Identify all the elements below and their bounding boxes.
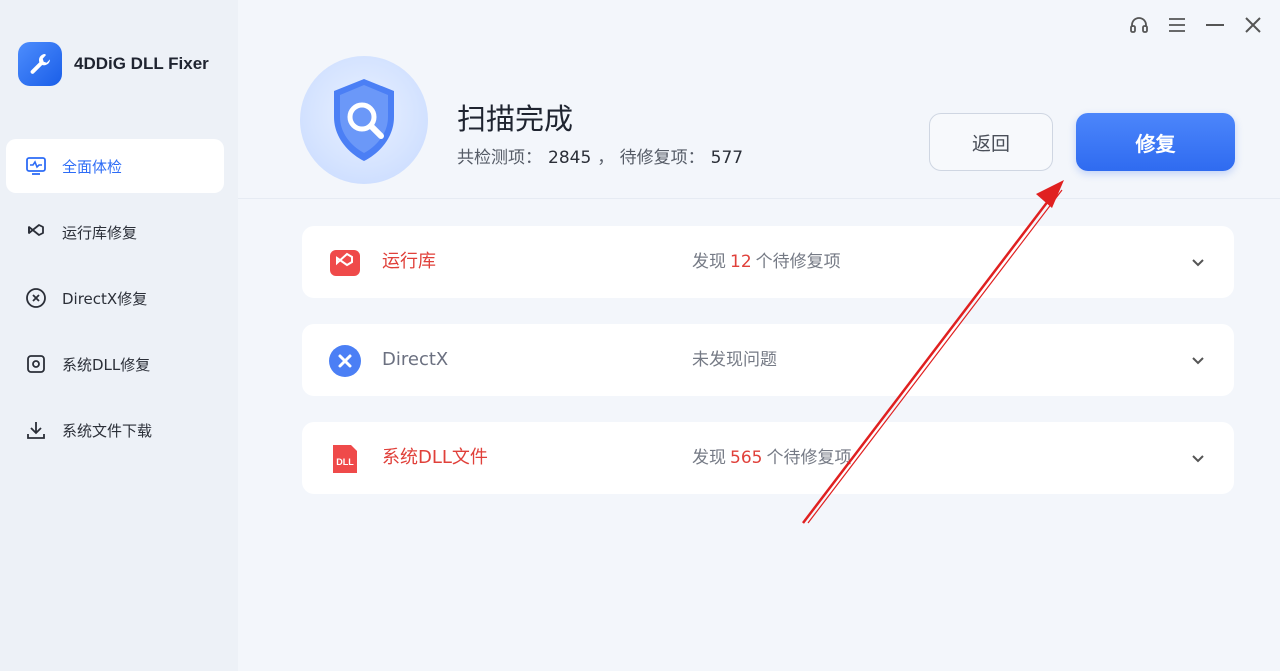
sidebar-item-label: 系统文件下载: [62, 421, 153, 440]
header-divider: [238, 198, 1280, 199]
result-status: 发现 12 个待修复项: [692, 226, 841, 298]
issue-count: 12: [730, 252, 752, 272]
svg-text:DLL: DLL: [336, 457, 354, 467]
dll-file-icon: DLL: [328, 442, 362, 476]
pending-label: 待修复项：: [619, 148, 705, 168]
fix-button[interactable]: 修复: [1076, 113, 1235, 171]
result-title: 系统DLL文件: [382, 447, 488, 468]
summary-separator: ，: [597, 148, 615, 168]
sidebar-item-runtime-repair[interactable]: 运行库修复: [6, 205, 224, 259]
sidebar-item-directx-repair[interactable]: DirectX修复: [6, 271, 224, 325]
scan-title: 扫描完成: [457, 102, 574, 136]
wrench-logo-icon: [18, 42, 62, 86]
app-name: 4DDiG DLL Fixer: [74, 54, 209, 73]
visual-studio-icon: [24, 220, 48, 244]
sidebar-nav: 全面体检 运行库修复 DirectX修复 系统DLL修复 系统文件下载: [6, 139, 224, 469]
download-icon: [24, 418, 48, 442]
sidebar-item-full-checkup[interactable]: 全面体检: [6, 139, 224, 193]
sidebar-item-system-file-download[interactable]: 系统文件下载: [6, 403, 224, 457]
pending-count: 577: [710, 148, 744, 168]
checked-count: 2845: [548, 148, 592, 168]
sidebar-item-label: 全面体检: [62, 157, 123, 176]
shield-scan-icon: [300, 56, 428, 184]
status-prefix: 发现: [692, 252, 726, 272]
brand: 4DDiG DLL Fixer: [18, 42, 209, 86]
sidebar-item-label: 系统DLL修复: [62, 355, 151, 374]
scan-summary: 共检测项： 2845， 待修复项： 577: [457, 143, 749, 168]
result-title: DirectX: [382, 349, 449, 370]
sidebar: 4DDiG DLL Fixer 全面体检 运行库修复 DirectX修复 系统D…: [0, 0, 238, 671]
checked-label: 共检测项：: [457, 148, 542, 168]
issue-count: 565: [730, 448, 763, 468]
back-button[interactable]: 返回: [929, 113, 1053, 171]
status-prefix: 发现: [692, 448, 726, 468]
directx-icon: [328, 344, 362, 378]
chevron-down-icon[interactable]: [1190, 450, 1206, 466]
sidebar-item-label: 运行库修复: [62, 223, 138, 242]
result-card-runtime[interactable]: 运行库 发现 12 个待修复项: [302, 226, 1234, 298]
result-title: 运行库: [382, 251, 436, 272]
result-card-directx[interactable]: DirectX 未发现问题: [302, 324, 1234, 396]
status-suffix: 个待修复项: [755, 252, 841, 272]
gear-icon: [24, 352, 48, 376]
chevron-down-icon[interactable]: [1190, 254, 1206, 270]
visual-studio-icon: [328, 246, 362, 280]
directx-icon: [24, 286, 48, 310]
chevron-down-icon[interactable]: [1190, 352, 1206, 368]
result-status: 发现 565 个待修复项: [692, 422, 851, 494]
monitor-pulse-icon: [24, 154, 48, 178]
main-panel: 扫描完成 共检测项： 2845， 待修复项： 577 返回 修复 运行库 发现 12 个…: [238, 0, 1280, 671]
sidebar-item-system-dll-repair[interactable]: 系统DLL修复: [6, 337, 224, 391]
result-status: 未发现问题: [692, 350, 777, 370]
status-suffix: 个待修复项: [766, 448, 852, 468]
sidebar-item-label: DirectX修复: [62, 289, 148, 308]
result-card-system-dll[interactable]: DLL 系统DLL文件 发现 565 个待修复项: [302, 422, 1234, 494]
